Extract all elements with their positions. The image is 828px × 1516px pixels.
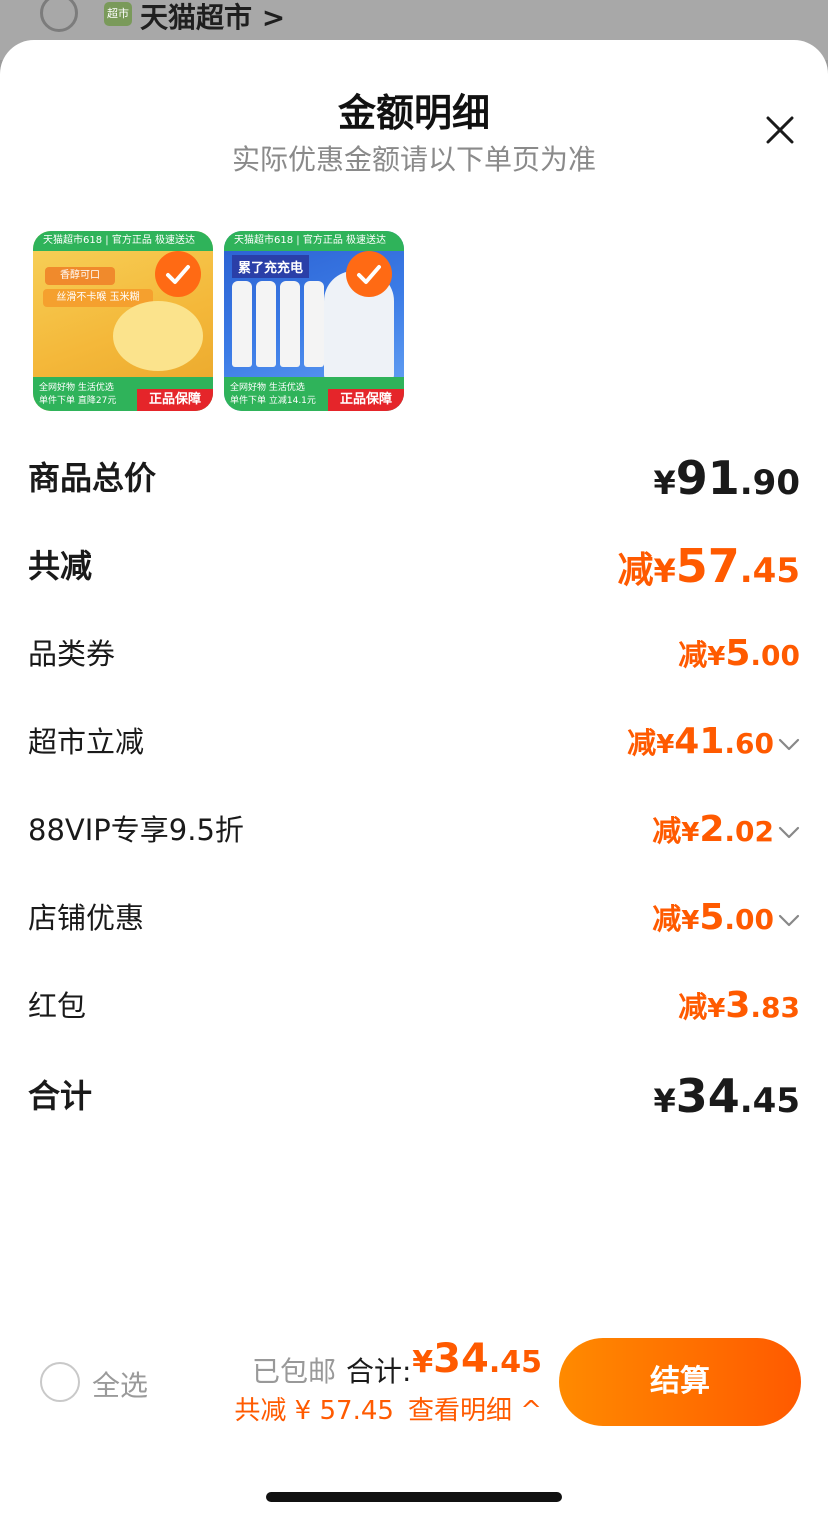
product-thumbnail-water[interactable]: 天猫超市618 | 官方正品 极速送达 累了充充电 全网好物 生活优选 单件下单…	[224, 231, 404, 411]
row-label: 超市立减	[28, 725, 145, 759]
product-top-band: 天猫超市618 | 官方正品 极速送达	[33, 231, 213, 251]
view-detail-link[interactable]: 查看明细 ^	[408, 1396, 542, 1426]
row-red-packet: 红包 减¥3.83	[28, 978, 800, 1034]
product-thumbnail-corn-paste[interactable]: 天猫超市618 | 官方正品 极速送达 香醇可口 丝滑不卡喉 玉米糊 全网好物 …	[33, 231, 213, 411]
row-label: 品类券	[28, 637, 116, 671]
selected-check-icon	[155, 251, 201, 297]
shipping-status: 已包邮	[252, 1355, 337, 1388]
row-market-discount[interactable]: 超市立减 减¥41.60	[28, 714, 800, 770]
select-all-checkbox[interactable]	[40, 1362, 80, 1402]
product-headline: 累了充充电	[232, 255, 310, 278]
select-all-label[interactable]: 全选	[92, 1364, 148, 1404]
chevron-down-icon[interactable]	[778, 914, 800, 928]
chevron-down-icon[interactable]	[778, 826, 800, 840]
chevron-down-icon[interactable]	[778, 738, 800, 752]
product-badge: 正品保障	[137, 389, 213, 411]
home-indicator	[266, 1492, 562, 1502]
row-amount: 减¥3.83	[678, 985, 800, 1026]
row-total-discount: 共减 减¥57.45	[28, 538, 800, 594]
row-category-coupon: 品类券 减¥5.00	[28, 626, 800, 682]
row-label: 88VIP专享9.5折	[28, 813, 244, 847]
row-label: 红包	[28, 989, 87, 1023]
row-total: 合计 ¥34.45	[28, 1068, 800, 1124]
row-amount: 减¥57.45	[617, 539, 800, 593]
saved-summary: 共减 ¥ 57.45 查看明细 ^	[234, 1390, 542, 1427]
sheet-title: 金额明细	[337, 91, 490, 135]
total-label: 合计:	[346, 1355, 412, 1388]
close-icon	[766, 116, 794, 144]
product-top-band: 天猫超市618 | 官方正品 极速送达	[224, 231, 404, 251]
row-subtotal: 商品总价 ¥91.90	[28, 450, 800, 506]
saved-amount: 共减 ¥ 57.45	[234, 1396, 394, 1426]
sheet-subtitle: 实际优惠金额请以下单页为准	[231, 143, 596, 176]
product-tag: 香醇可口	[45, 267, 115, 285]
row-store-discount[interactable]: 店铺优惠 减¥5.00	[28, 890, 800, 946]
row-amount: 减¥41.60	[627, 714, 800, 776]
store-logo-icon: 超市	[104, 2, 132, 26]
row-label: 商品总价	[28, 459, 157, 497]
row-amount: 减¥5.00	[678, 633, 800, 674]
row-amount: 减¥2.02	[652, 802, 800, 864]
row-amount: ¥34.45	[653, 1069, 800, 1123]
selected-check-icon	[346, 251, 392, 297]
store-name: 天猫超市 >	[140, 1, 286, 34]
background-select-circle	[40, 0, 78, 32]
product-badge: 正品保障	[328, 389, 404, 411]
row-amount: 减¥5.00	[652, 890, 800, 952]
close-button[interactable]	[760, 110, 800, 150]
row-label: 共减	[28, 547, 93, 585]
product-image	[113, 301, 203, 371]
row-amount: ¥91.90	[653, 451, 800, 505]
row-label: 合计	[28, 1077, 93, 1115]
checkout-button[interactable]: 结算	[559, 1338, 801, 1426]
row-vip-discount[interactable]: 88VIP专享9.5折 减¥2.02	[28, 802, 800, 858]
total-amount: ¥34.45	[412, 1336, 542, 1382]
row-label: 店铺优惠	[28, 901, 145, 935]
